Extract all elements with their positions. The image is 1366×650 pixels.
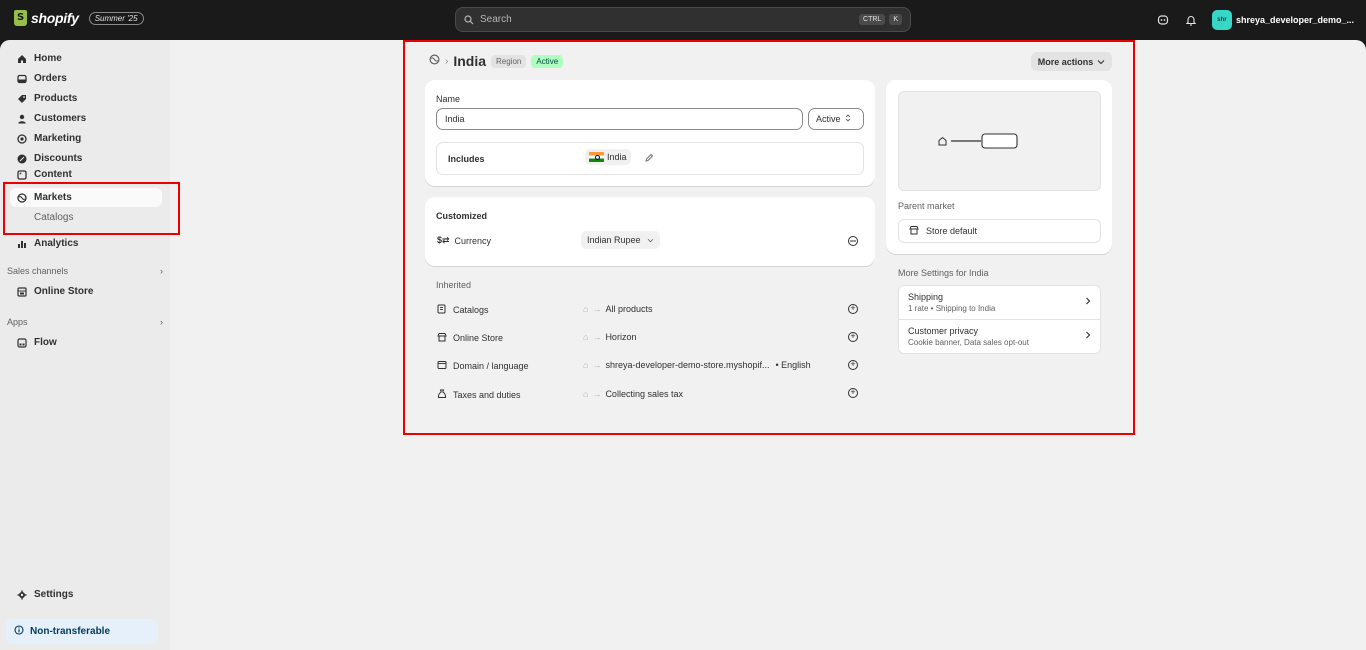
sidebar-item-label: Analytics xyxy=(34,238,79,249)
chevron-right-icon: › xyxy=(160,266,163,276)
sidebar-item-analytics[interactable]: Analytics xyxy=(10,234,162,253)
sidebar-item-label: Marketing xyxy=(34,133,82,144)
person-icon xyxy=(16,113,27,124)
bell-icon[interactable] xyxy=(1184,13,1198,27)
sidebar-item-customers[interactable]: Customers xyxy=(10,109,162,128)
gear-icon xyxy=(16,589,27,600)
sidebar-item-label: Products xyxy=(34,93,78,104)
discount-icon xyxy=(16,153,27,164)
shortcut-key-ctrl: CTRL xyxy=(859,14,886,25)
store-icon xyxy=(16,286,27,297)
sales-channels-section[interactable]: Sales channels › xyxy=(7,266,163,276)
sidebar-item-content[interactable]: Content xyxy=(10,169,162,182)
admin-frame: Home Orders Products Customers Marketing… xyxy=(0,40,1366,650)
target-icon xyxy=(16,133,27,144)
top-bar: shopify Summer '25 Search CTRL K shr shr… xyxy=(0,0,1366,40)
account-menu[interactable]: shr shreya_developer_demo_... xyxy=(1211,10,1354,30)
sidebar-item-settings[interactable]: Settings xyxy=(10,585,162,604)
sidebar-item-label: Customers xyxy=(34,113,87,124)
edition-badge: Summer '25 xyxy=(88,11,144,25)
home-icon xyxy=(16,53,27,64)
sidebar-item-label: Flow xyxy=(34,337,57,348)
sidebar-item-home[interactable]: Home xyxy=(10,49,162,68)
sidebar-item-marketing[interactable]: Marketing xyxy=(10,129,162,148)
shopify-bag-icon xyxy=(14,10,27,26)
shopify-logo[interactable]: shopify Summer '25 xyxy=(14,10,144,26)
sidebar-item-discounts[interactable]: Discounts xyxy=(10,149,162,168)
chevron-right-icon: › xyxy=(160,317,163,327)
non-transferable-label: Non-transferable xyxy=(30,626,111,637)
content-highlight-box xyxy=(403,40,1135,435)
account-name: shreya_developer_demo_... xyxy=(1235,15,1354,25)
search-input[interactable]: Search CTRL K xyxy=(455,7,911,32)
sidebar-item-flow[interactable]: Flow xyxy=(10,333,162,352)
sidebar-item-label: Content xyxy=(34,169,72,180)
section-label: Apps xyxy=(7,317,28,327)
apps-section[interactable]: Apps › xyxy=(7,317,163,327)
sidekick-icon[interactable] xyxy=(1156,13,1170,27)
sidebar-item-label: Settings xyxy=(34,589,74,600)
inbox-icon xyxy=(16,73,27,84)
section-label: Sales channels xyxy=(7,266,69,276)
sidebar-item-online-store[interactable]: Online Store xyxy=(10,282,162,301)
bar-chart-icon xyxy=(16,238,27,249)
sidebar-item-products[interactable]: Products xyxy=(10,89,162,108)
sidebar-item-label: Online Store xyxy=(34,286,94,297)
markets-highlight-box xyxy=(3,182,180,235)
non-transferable-banner[interactable]: Non-transferable xyxy=(6,619,158,644)
search-placeholder: Search xyxy=(480,14,512,25)
flow-icon xyxy=(16,337,27,348)
content-icon xyxy=(16,169,27,180)
sidebar-item-label: Discounts xyxy=(34,153,83,164)
sidebar-item-orders[interactable]: Orders xyxy=(10,69,162,88)
tag-icon xyxy=(16,93,27,104)
top-actions: shr shreya_developer_demo_... xyxy=(1156,10,1354,30)
search-icon xyxy=(464,14,474,24)
sidebar: Home Orders Products Customers Marketing… xyxy=(0,40,170,650)
sidebar-item-label: Orders xyxy=(34,73,67,84)
sidebar-item-label: Home xyxy=(34,53,62,64)
info-icon xyxy=(14,625,24,638)
avatar: shr xyxy=(1211,10,1232,30)
shortcut-key-k: K xyxy=(889,14,902,25)
brand-name: shopify xyxy=(31,10,79,26)
